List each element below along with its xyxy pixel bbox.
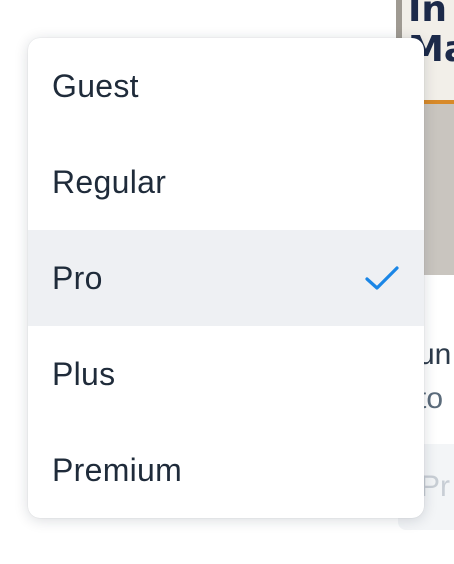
page: In Ma un to Pr Guest Regular Pro Plus Pr… xyxy=(0,0,454,564)
menu-item-label: Regular xyxy=(52,163,167,200)
menu-item-label: Guest xyxy=(52,67,139,104)
menu-item-regular[interactable]: Regular xyxy=(28,134,424,230)
checkmark-icon xyxy=(365,266,399,290)
menu-item-guest[interactable]: Guest xyxy=(28,38,424,134)
menu-item-premium[interactable]: Premium xyxy=(28,422,424,518)
menu-item-plus[interactable]: Plus xyxy=(28,326,424,422)
menu-item-pro[interactable]: Pro xyxy=(28,230,424,326)
menu-item-label: Premium xyxy=(52,451,183,488)
menu-item-label: Pro xyxy=(52,259,103,296)
plan-dropdown-menu: Guest Regular Pro Plus Premium xyxy=(28,38,424,518)
menu-item-label: Plus xyxy=(52,355,116,392)
background-input-placeholder: Pr xyxy=(420,470,450,503)
thumbnail-title-line-1: In xyxy=(408,0,448,30)
